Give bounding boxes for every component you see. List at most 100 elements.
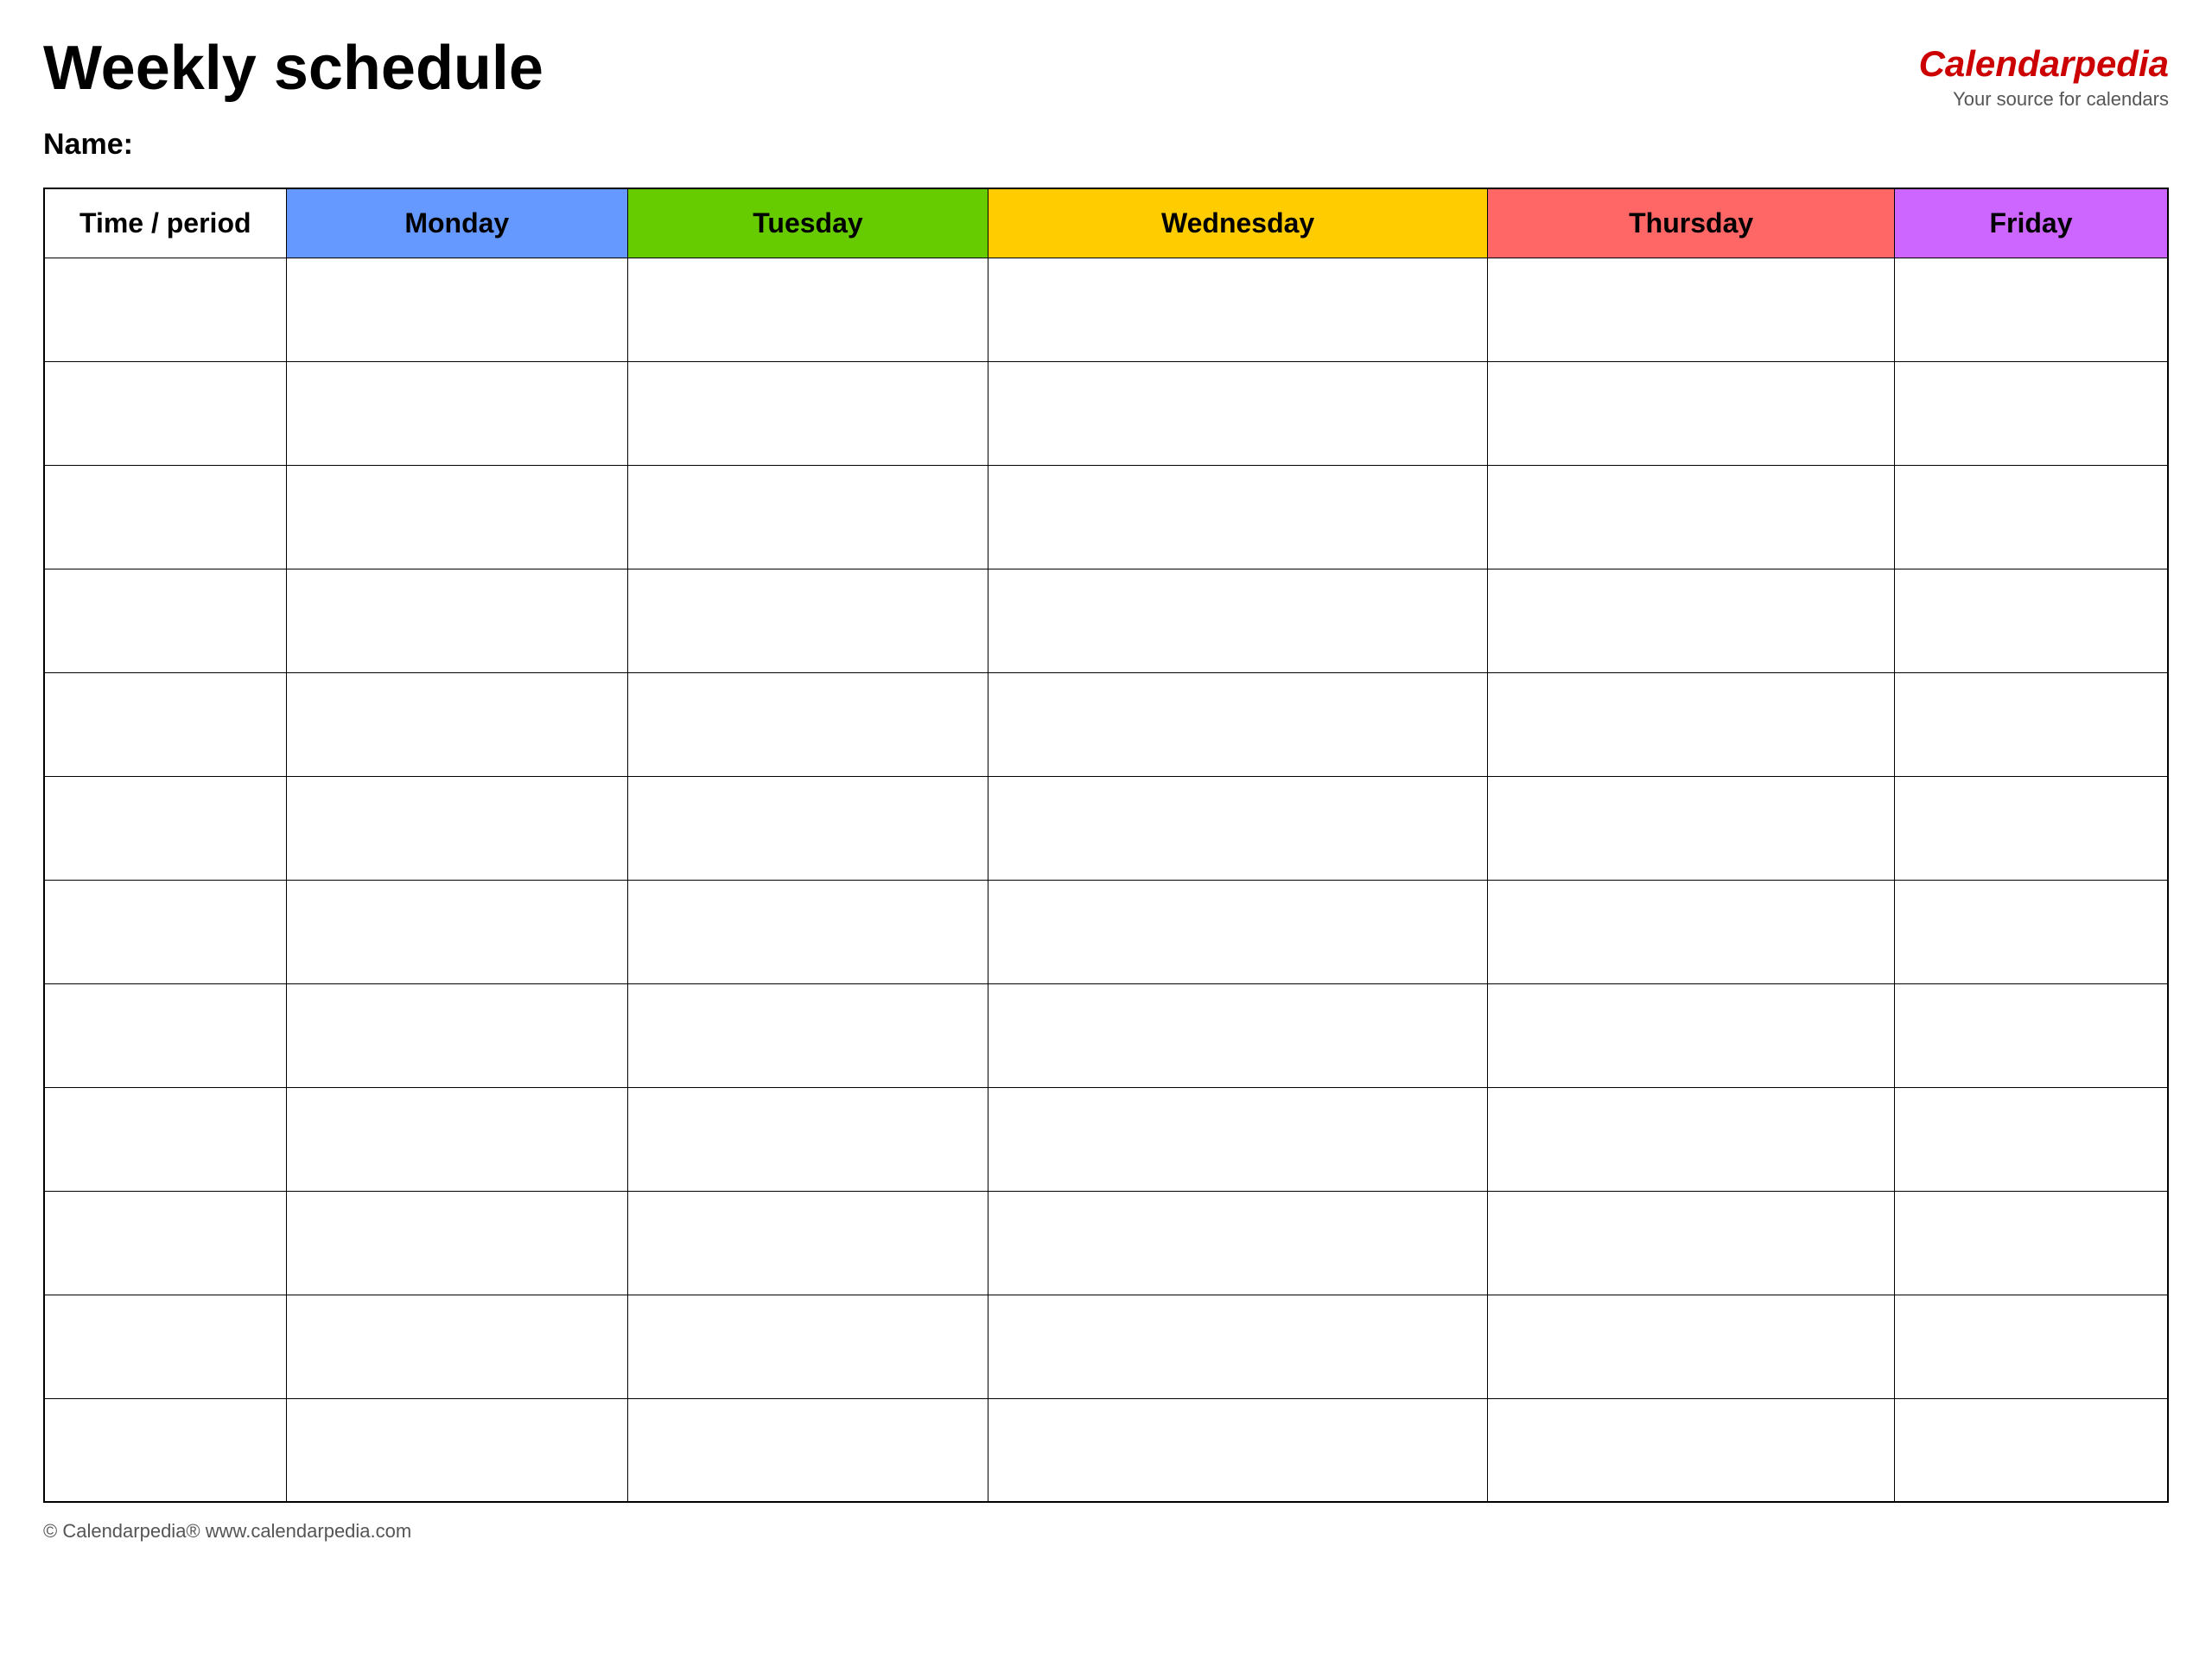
table-cell[interactable] <box>628 880 988 983</box>
page-title: Weekly schedule <box>43 35 543 103</box>
table-cell[interactable] <box>286 1295 628 1398</box>
table-cell[interactable] <box>988 569 1487 672</box>
table-cell[interactable] <box>1894 465 2168 569</box>
table-cell[interactable] <box>1488 361 1895 465</box>
table-cell[interactable] <box>988 1398 1487 1502</box>
table-cell[interactable] <box>44 1087 286 1191</box>
table-row <box>44 569 2168 672</box>
table-cell[interactable] <box>628 776 988 880</box>
table-cell[interactable] <box>628 465 988 569</box>
table-cell[interactable] <box>1894 1087 2168 1191</box>
table-cell[interactable] <box>44 1295 286 1398</box>
table-cell[interactable] <box>988 361 1487 465</box>
table-row <box>44 983 2168 1087</box>
table-cell[interactable] <box>286 1087 628 1191</box>
table-cell[interactable] <box>628 1398 988 1502</box>
table-cell[interactable] <box>44 672 286 776</box>
table-cell[interactable] <box>988 1295 1487 1398</box>
table-cell[interactable] <box>1894 776 2168 880</box>
table-cell[interactable] <box>286 672 628 776</box>
col-header-time: Time / period <box>44 188 286 258</box>
table-cell[interactable] <box>628 569 988 672</box>
table-cell[interactable] <box>286 1191 628 1295</box>
table-cell[interactable] <box>286 880 628 983</box>
table-cell[interactable] <box>286 361 628 465</box>
table-cell[interactable] <box>44 1191 286 1295</box>
table-row <box>44 258 2168 361</box>
table-row <box>44 1295 2168 1398</box>
name-label: Name: <box>43 128 2169 162</box>
table-cell[interactable] <box>988 672 1487 776</box>
table-cell[interactable] <box>1488 880 1895 983</box>
table-cell[interactable] <box>988 880 1487 983</box>
logo-subtitle: Your source for calendars <box>1953 88 2169 111</box>
schedule-table: Time / period Monday Tuesday Wednesday T… <box>43 188 2169 1503</box>
footer: © Calendarpedia® www.calendarpedia.com <box>43 1520 2169 1543</box>
table-cell[interactable] <box>988 1191 1487 1295</box>
table-cell[interactable] <box>628 983 988 1087</box>
table-cell[interactable] <box>1894 1398 2168 1502</box>
table-row <box>44 1398 2168 1502</box>
table-cell[interactable] <box>44 569 286 672</box>
table-cell[interactable] <box>1488 1295 1895 1398</box>
table-cell[interactable] <box>1488 672 1895 776</box>
table-row <box>44 1191 2168 1295</box>
table-cell[interactable] <box>628 672 988 776</box>
logo-calendar: Calendar <box>1919 43 2075 84</box>
table-row <box>44 1087 2168 1191</box>
table-cell[interactable] <box>988 776 1487 880</box>
table-cell[interactable] <box>44 880 286 983</box>
table-cell[interactable] <box>988 1087 1487 1191</box>
table-cell[interactable] <box>286 1398 628 1502</box>
table-cell[interactable] <box>628 258 988 361</box>
table-cell[interactable] <box>1488 1191 1895 1295</box>
table-cell[interactable] <box>628 1191 988 1295</box>
table-cell[interactable] <box>44 361 286 465</box>
footer-copyright: © Calendarpedia® www.calendarpedia.com <box>43 1520 411 1542</box>
table-cell[interactable] <box>988 465 1487 569</box>
table-cell[interactable] <box>628 1087 988 1191</box>
table-cell[interactable] <box>1488 1087 1895 1191</box>
table-cell[interactable] <box>1488 569 1895 672</box>
table-cell[interactable] <box>1488 465 1895 569</box>
logo-container: Calendarpedia Your source for calendars <box>1919 35 2169 111</box>
table-cell[interactable] <box>1894 361 2168 465</box>
col-header-friday: Friday <box>1894 188 2168 258</box>
logo-pedia: pedia <box>2074 43 2169 84</box>
table-cell[interactable] <box>1488 1398 1895 1502</box>
logo-text: Calendarpedia <box>1919 43 2169 85</box>
table-row <box>44 361 2168 465</box>
table-cell[interactable] <box>1894 880 2168 983</box>
table-cell[interactable] <box>286 776 628 880</box>
col-header-wednesday: Wednesday <box>988 188 1487 258</box>
table-cell[interactable] <box>44 983 286 1087</box>
table-cell[interactable] <box>1894 1295 2168 1398</box>
table-row <box>44 880 2168 983</box>
table-cell[interactable] <box>628 361 988 465</box>
table-cell[interactable] <box>1488 983 1895 1087</box>
table-cell[interactable] <box>1894 569 2168 672</box>
table-row <box>44 776 2168 880</box>
table-cell[interactable] <box>286 983 628 1087</box>
table-cell[interactable] <box>1894 672 2168 776</box>
table-cell[interactable] <box>286 258 628 361</box>
table-header-row: Time / period Monday Tuesday Wednesday T… <box>44 188 2168 258</box>
table-cell[interactable] <box>44 258 286 361</box>
table-cell[interactable] <box>1488 258 1895 361</box>
table-cell[interactable] <box>988 258 1487 361</box>
table-cell[interactable] <box>628 1295 988 1398</box>
table-cell[interactable] <box>44 776 286 880</box>
table-row <box>44 465 2168 569</box>
table-cell[interactable] <box>1488 776 1895 880</box>
table-cell[interactable] <box>1894 258 2168 361</box>
table-cell[interactable] <box>44 1398 286 1502</box>
table-cell[interactable] <box>286 465 628 569</box>
table-cell[interactable] <box>1894 983 2168 1087</box>
table-cell[interactable] <box>988 983 1487 1087</box>
page-header: Weekly schedule Calendarpedia Your sourc… <box>43 35 2169 111</box>
table-row <box>44 672 2168 776</box>
table-cell[interactable] <box>286 569 628 672</box>
table-cell[interactable] <box>1894 1191 2168 1295</box>
table-cell[interactable] <box>44 465 286 569</box>
col-header-tuesday: Tuesday <box>628 188 988 258</box>
